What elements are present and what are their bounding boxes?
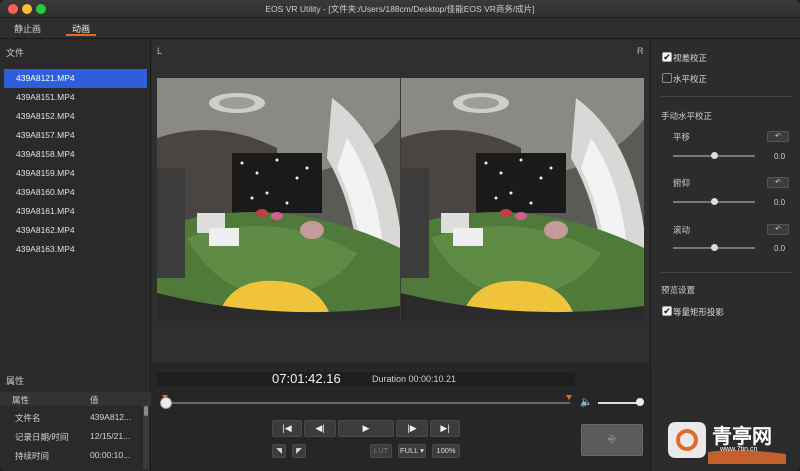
horizon-correction-checkbox[interactable]	[662, 73, 672, 83]
window-title: EOS VR Utility - [文件夹:/Users/188cm/Deskt…	[265, 4, 535, 14]
pan-slider-handle[interactable]	[711, 152, 718, 159]
equirectangular-checkbox[interactable]: ✔	[662, 306, 672, 316]
file-item[interactable]: 439A8121.MP4	[4, 69, 147, 88]
property-name: 持续时间	[15, 451, 50, 461]
properties-col-value: 值	[90, 395, 99, 405]
file-item[interactable]: 439A8157.MP4	[4, 126, 147, 145]
file-panel: 文件 439A8121.MP4 439A8151.MP4 439A8152.MP…	[0, 40, 151, 471]
zoom-100-button[interactable]: 100%	[432, 444, 460, 458]
pan-reset-button[interactable]: ↶	[767, 131, 789, 142]
right-eye-label: R	[637, 46, 644, 56]
go-to-end-button[interactable]: ▶|	[430, 420, 460, 437]
tilt-label: 俯仰	[673, 178, 691, 188]
fisheye-scene-left	[157, 78, 400, 321]
speaker-icon[interactable]: 🔈	[580, 397, 592, 408]
file-item[interactable]: 439A8160.MP4	[4, 183, 147, 202]
timecode-bar	[157, 372, 575, 386]
seek-track[interactable]	[166, 402, 570, 404]
reset-icon: ↶	[775, 133, 781, 140]
preview-area: L R 07:01:42.16 Duration 00:00:10.21 🔈 |…	[152, 40, 649, 471]
table-row: 文件名 439A812...	[0, 408, 141, 426]
properties-table-header: 属性 值	[0, 392, 151, 406]
volume-handle[interactable]	[636, 398, 644, 406]
mark-in-button[interactable]: ◥	[272, 444, 286, 458]
property-name: 文件名	[15, 413, 41, 423]
roll-slider-handle[interactable]	[711, 244, 718, 251]
file-item[interactable]: 439A8162.MP4	[4, 221, 147, 240]
fisheye-scene-right	[401, 78, 644, 321]
watermark-url: www.7tin.cn	[720, 446, 758, 453]
reset-icon: ↶	[775, 226, 781, 233]
manual-horizon-header: 手动水平校正	[661, 111, 713, 121]
property-value: 439A812...	[90, 412, 132, 422]
export-button[interactable]: ⎆	[581, 424, 643, 456]
properties-header: 属性	[6, 376, 25, 386]
property-name: 记录日期/时间	[15, 432, 69, 442]
properties-col-name: 属性	[12, 395, 30, 405]
file-item[interactable]: 439A8163.MP4	[4, 240, 147, 259]
table-row: 持续时间 00:00:10...	[0, 446, 141, 464]
property-value: 12/15/21...	[90, 431, 131, 441]
left-eye-label: L	[157, 46, 163, 56]
table-row: 记录日期/时间 12/15/21...	[0, 427, 141, 445]
export-icon: ⎆	[608, 434, 616, 445]
seek-handle[interactable]	[160, 397, 172, 409]
file-item[interactable]: 439A8159.MP4	[4, 164, 147, 183]
go-to-start-button[interactable]: |◀	[272, 420, 302, 437]
divider	[661, 96, 793, 97]
full-view-select[interactable]: FULL ▾	[398, 444, 426, 458]
tilt-value: 0.0	[774, 198, 786, 207]
reset-icon: ↶	[775, 179, 781, 186]
file-item[interactable]: 439A8158.MP4	[4, 145, 147, 164]
file-item[interactable]: 439A8152.MP4	[4, 107, 147, 126]
scrollbar-thumb[interactable]	[144, 406, 148, 416]
app-window: EOS VR Utility - [文件夹:/Users/188cm/Deskt…	[0, 0, 800, 471]
property-value: 00:00:10...	[90, 450, 131, 460]
watermark: 青亭网 www.7tin.cn	[668, 418, 796, 466]
mode-tabs: 静止画 动画	[0, 18, 800, 39]
title-bar: EOS VR Utility - [文件夹:/Users/188cm/Deskt…	[0, 0, 800, 18]
files-header: 文件	[6, 48, 25, 58]
right-eye-view	[401, 78, 644, 321]
lut-button[interactable]: LUT	[370, 444, 392, 458]
equirectangular-label: 等量矩形投影	[673, 307, 725, 317]
play-button[interactable]: ▶	[338, 420, 394, 437]
vr-preview[interactable]	[157, 78, 644, 321]
tab-still[interactable]: 静止画	[14, 22, 41, 35]
volume-slider[interactable]	[598, 402, 638, 404]
divider	[661, 272, 793, 273]
previous-frame-button[interactable]: ◀|	[304, 420, 336, 437]
active-tab-indicator	[66, 34, 96, 36]
mark-out-button[interactable]: ◤	[292, 444, 306, 458]
parallax-correction-label: 视差校正	[673, 53, 708, 63]
duration-label: Duration 00:00:10.21	[372, 374, 457, 384]
out-point-marker	[566, 395, 572, 400]
watermark-name: 青亭网	[712, 426, 772, 448]
roll-value: 0.0	[774, 244, 786, 253]
file-item[interactable]: 439A8151.MP4	[4, 88, 147, 107]
parallax-correction-checkbox[interactable]: ✔	[662, 52, 672, 62]
tilt-slider-handle[interactable]	[711, 198, 718, 205]
horizon-correction-label: 水平校正	[673, 74, 708, 84]
roll-label: 滚动	[673, 225, 691, 235]
file-list: 439A8121.MP4 439A8151.MP4 439A8152.MP4 4…	[4, 69, 147, 259]
pan-value: 0.0	[774, 152, 786, 161]
preview-settings-header: 预览设置	[661, 285, 696, 295]
settings-panel: ✔ 视差校正 水平校正 手动水平校正 平移 ↶ 0.0 俯仰 ↶ 0.0 滚动 …	[650, 40, 800, 471]
file-item[interactable]: 439A8161.MP4	[4, 202, 147, 221]
pan-label: 平移	[673, 132, 691, 142]
timecode: 07:01:42.16	[272, 371, 341, 386]
left-eye-view	[157, 78, 400, 321]
tilt-reset-button[interactable]: ↶	[767, 177, 789, 188]
next-frame-button[interactable]: |▶	[396, 420, 428, 437]
roll-reset-button[interactable]: ↶	[767, 224, 789, 235]
properties-scrollbar[interactable]	[143, 404, 149, 469]
